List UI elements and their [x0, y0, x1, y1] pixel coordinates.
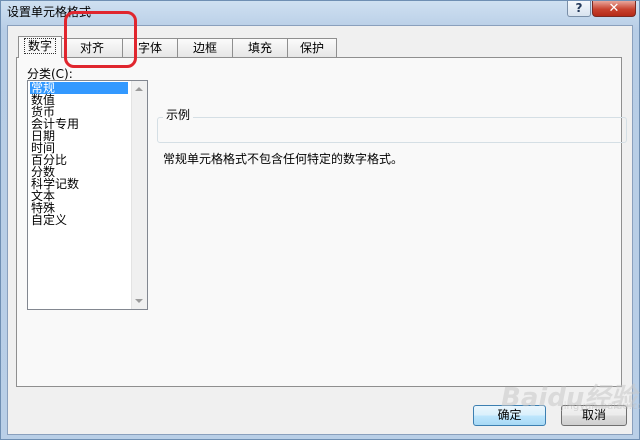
tab-protection[interactable]: 保护 [287, 38, 337, 57]
baidu-watermark-logo: Baidu经验 jingyan.baidu.com [501, 377, 640, 414]
format-cells-dialog: 设置单元格格式 ? ✕ 数字 对齐 字体 边框 填充 保护 分类(C): 常规 … [0, 0, 640, 440]
red-highlight-annotation [64, 11, 137, 68]
watermark-url: jingyan.baidu.com [561, 401, 640, 412]
sample-box [157, 117, 627, 143]
scroll-up-arrow-icon[interactable] [135, 87, 143, 91]
tab-border[interactable]: 边框 [177, 38, 233, 57]
tab-number[interactable]: 数字 [18, 36, 62, 58]
tab-number-label: 数字 [23, 38, 56, 54]
close-button[interactable]: ✕ [592, 1, 636, 17]
help-button[interactable]: ? [567, 1, 591, 17]
category-scrollbar[interactable] [131, 81, 147, 309]
category-list[interactable]: 常规 数值 货币 会计专用 日期 时间 百分比 分数 科学记数 文本 特殊 自定… [27, 80, 148, 310]
tab-fill[interactable]: 填充 [232, 38, 288, 57]
format-description: 常规单元格格式不包含任何特定的数字格式。 [163, 152, 404, 166]
sample-label: 示例 [163, 106, 194, 123]
number-tab-panel: 分类(C): 常规 数值 货币 会计专用 日期 时间 百分比 分数 科学记数 文… [16, 57, 627, 387]
dialog-body: 数字 对齐 字体 边框 填充 保护 分类(C): 常规 数值 货币 会计专用 日… [7, 25, 633, 435]
scroll-down-arrow-icon[interactable] [135, 299, 143, 303]
category-item-custom[interactable]: 自定义 [30, 214, 68, 226]
